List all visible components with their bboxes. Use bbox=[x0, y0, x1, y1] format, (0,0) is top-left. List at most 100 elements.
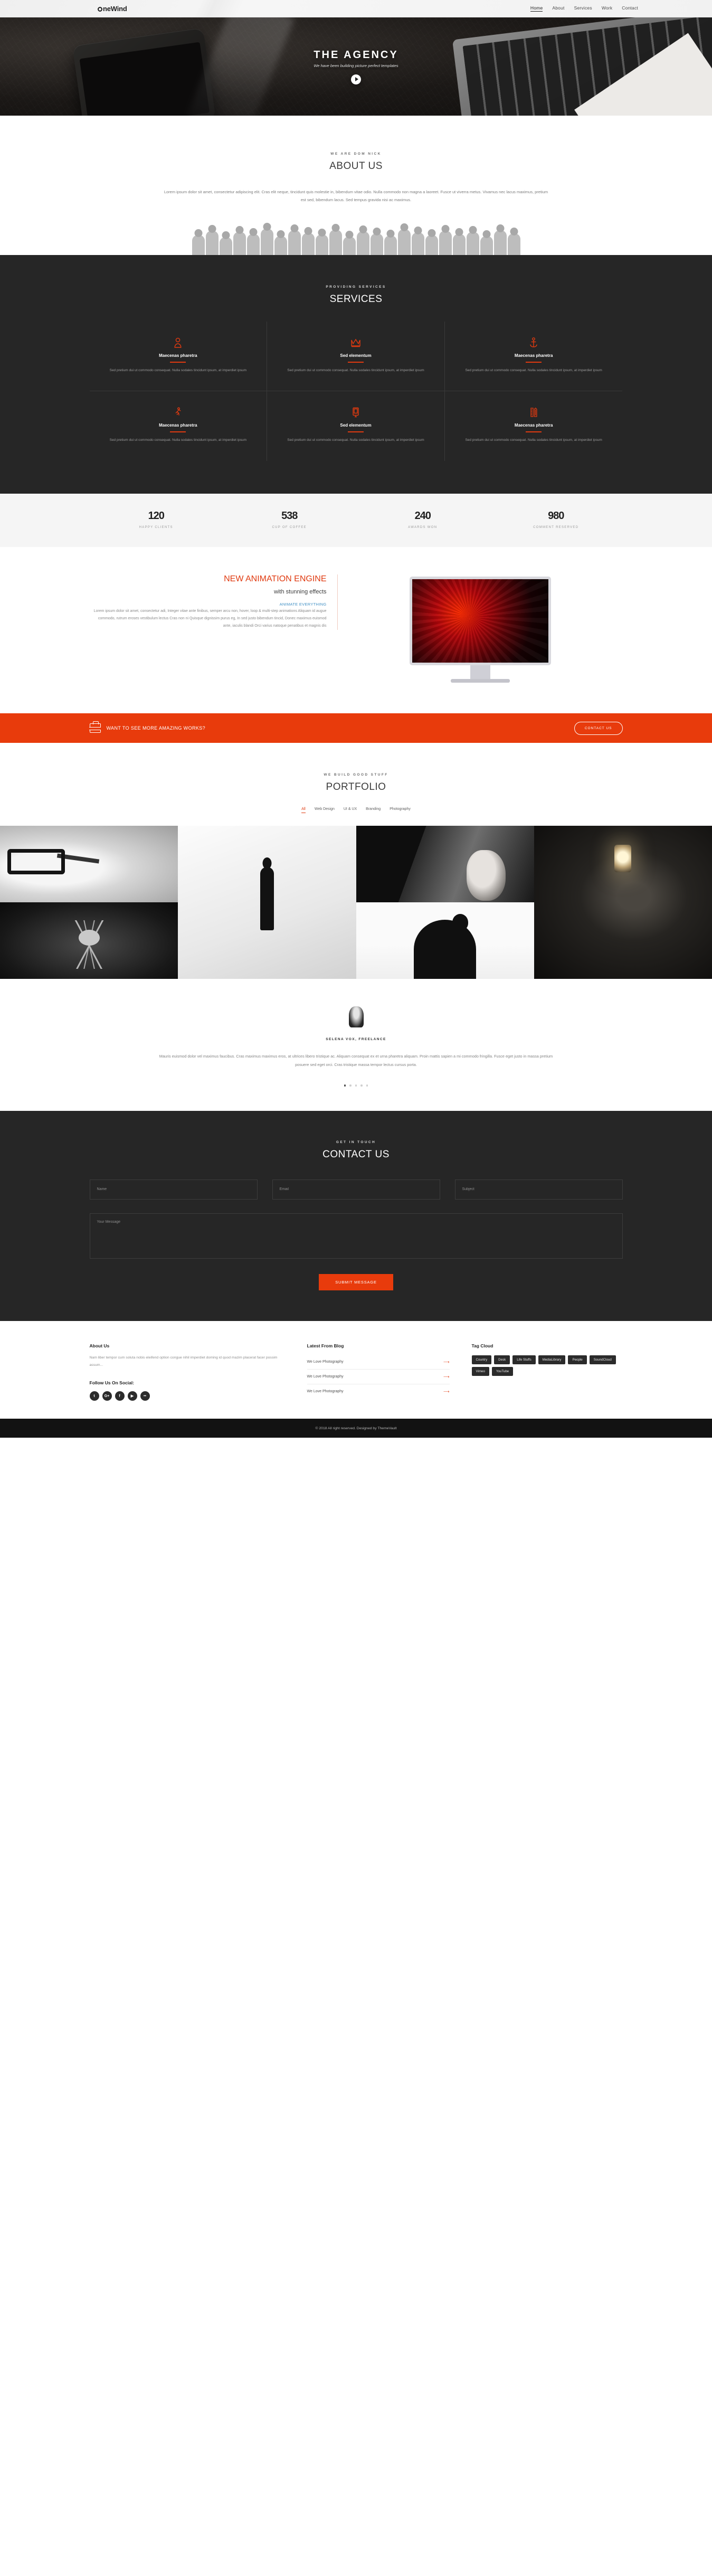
counter-item: 240 AWARDS WON bbox=[356, 510, 490, 529]
filter-photography[interactable]: Photography bbox=[390, 807, 411, 813]
arrow-right-icon: ⟶ bbox=[443, 1374, 450, 1379]
blog-item-title: We Love Photography bbox=[307, 1360, 344, 1364]
footer-tags: Tag Cloud Country Desk Life Stuffs Media… bbox=[471, 1343, 623, 1401]
message-field[interactable] bbox=[89, 1213, 623, 1259]
service-card[interactable]: Maecenas pharetra Sed pretium dui ut com… bbox=[445, 391, 623, 461]
counter-number: 538 bbox=[281, 510, 298, 522]
copyright-bar: © 2018 All right reserved. Designed by T… bbox=[0, 1419, 712, 1438]
imac-artwork bbox=[412, 579, 548, 663]
nav-item-home[interactable]: Home bbox=[530, 5, 543, 12]
counter-number: 120 bbox=[148, 510, 165, 522]
counter-item: 120 HAPPY CLIENTS bbox=[90, 510, 223, 529]
portfolio-item[interactable] bbox=[534, 826, 712, 979]
team-people bbox=[192, 228, 520, 255]
service-card[interactable]: Sed elementum Sed pretium dui ut commodo… bbox=[267, 321, 445, 392]
service-title: Sed elementum bbox=[340, 423, 372, 428]
facebook-icon[interactable]: f bbox=[115, 1391, 125, 1401]
tag-item[interactable]: Country bbox=[471, 1355, 492, 1364]
service-rule bbox=[526, 431, 542, 433]
counter-number: 240 bbox=[414, 510, 431, 522]
tag-item[interactable]: Life Stuffs bbox=[512, 1355, 536, 1364]
tag-item[interactable]: Vimeo bbox=[471, 1366, 489, 1376]
google-plus-icon[interactable]: G+ bbox=[102, 1391, 112, 1401]
copyright-text: © 2018 All right reserved. Designed by T… bbox=[315, 1426, 397, 1430]
service-card[interactable]: Maecenas pharetra Sed pretium dui ut com… bbox=[90, 391, 268, 461]
imac-image bbox=[409, 577, 551, 683]
filter-ui-ux[interactable]: UI & UX bbox=[344, 807, 357, 813]
play-icon[interactable] bbox=[351, 74, 361, 84]
nav-item-about[interactable]: About bbox=[552, 5, 564, 12]
counters-grid: 120 HAPPY CLIENTS 538 CUP OF COFFEE 240 … bbox=[90, 510, 623, 529]
blog-item-title: We Love Photography bbox=[307, 1389, 344, 1393]
blog-list-item[interactable]: We Love Photography ⟶ bbox=[307, 1370, 450, 1384]
contact-eyebrow: GET IN TOUCH bbox=[336, 1140, 376, 1144]
counter-item: 538 CUP OF COFFEE bbox=[223, 510, 356, 529]
imac-screen bbox=[409, 577, 551, 666]
dot-5[interactable] bbox=[366, 1084, 368, 1087]
hero-content: THE AGENCY We have been building picture… bbox=[0, 17, 712, 116]
email-field[interactable] bbox=[272, 1179, 440, 1200]
services-section: PROVIDING SERVICES SERVICES Maecenas pha… bbox=[0, 254, 712, 494]
blog-list-item[interactable]: We Love Photography ⟶ bbox=[307, 1355, 450, 1370]
animation-subtitle: with stunning effects bbox=[274, 589, 327, 596]
service-card[interactable]: Maecenas pharetra Sed pretium dui ut com… bbox=[444, 322, 623, 392]
contact-title: CONTACT US bbox=[322, 1148, 390, 1160]
contact-us-button[interactable]: CONTACT US bbox=[574, 721, 623, 735]
youtube-icon[interactable]: ▶ bbox=[127, 1391, 137, 1401]
service-text: Sed pretium dui ut commodo consequat. Nu… bbox=[465, 368, 602, 372]
nav-item-services[interactable]: Services bbox=[574, 5, 592, 12]
tag-item[interactable]: People bbox=[568, 1355, 587, 1364]
twitter-icon[interactable]: t bbox=[89, 1391, 99, 1401]
tag-item[interactable]: Desk bbox=[494, 1355, 510, 1364]
submit-message-button[interactable]: SUBMIT MESSAGE bbox=[319, 1273, 393, 1290]
team-photo bbox=[0, 218, 712, 255]
about-section: WE ARE DOM NICK ABOUT US Lorem ipsum dol… bbox=[0, 116, 712, 255]
counter-label: CUP OF COFFEE bbox=[272, 526, 307, 530]
portfolio-item[interactable] bbox=[0, 826, 178, 903]
service-card[interactable]: Sed elementum Sed pretium dui ut commodo… bbox=[267, 391, 445, 461]
avatar bbox=[348, 1006, 364, 1028]
portfolio-title: PORTFOLIO bbox=[326, 781, 386, 793]
animation-image-block bbox=[338, 574, 623, 683]
footer-about: About Us Nam liber tempor cum soluta nob… bbox=[89, 1343, 285, 1401]
tag-item[interactable]: SoundCloud bbox=[589, 1355, 616, 1364]
portfolio-item[interactable] bbox=[0, 902, 178, 979]
nav-item-work[interactable]: Work bbox=[602, 5, 612, 12]
contact-form: SUBMIT MESSAGE bbox=[89, 1179, 623, 1290]
blog-list-item[interactable]: We Love Photography ⟶ bbox=[307, 1384, 450, 1399]
cta-text: WANT TO SEE MORE AMAZING WORKS? bbox=[106, 725, 206, 731]
service-rule bbox=[170, 431, 186, 433]
nav-item-contact[interactable]: Contact bbox=[622, 5, 638, 12]
footer-tag-title: Tag Cloud bbox=[471, 1343, 493, 1348]
brand-logo[interactable]: neWind bbox=[98, 5, 127, 13]
brand-ring-icon bbox=[98, 6, 102, 12]
name-field[interactable] bbox=[89, 1179, 258, 1200]
footer-blog: Latest From Blog We Love Photography ⟶ W… bbox=[307, 1343, 450, 1401]
service-card[interactable]: Maecenas pharetra Sed pretium dui ut com… bbox=[89, 321, 268, 392]
tag-item[interactable]: YouTube bbox=[491, 1366, 514, 1376]
dot-3[interactable] bbox=[355, 1084, 357, 1087]
testimonial-section: SELENA VOX, FREELANCE Mauris euismod dol… bbox=[0, 979, 712, 1111]
testimonial-author: SELENA VOX, FREELANCE bbox=[326, 1037, 386, 1042]
footer-blog-list: We Love Photography ⟶ We Love Photograph… bbox=[307, 1355, 450, 1399]
tag-item[interactable]: MediaLibrary bbox=[538, 1355, 566, 1364]
user-icon bbox=[108, 337, 249, 348]
footer-about-title: About Us bbox=[89, 1343, 110, 1348]
counter-item: 980 COMMENT RESERVED bbox=[489, 510, 623, 529]
service-rule bbox=[347, 431, 364, 433]
dot-1[interactable] bbox=[344, 1084, 346, 1087]
flickr-icon[interactable]: •• bbox=[140, 1391, 150, 1401]
dot-2[interactable] bbox=[349, 1084, 352, 1087]
running-man-icon bbox=[108, 407, 249, 418]
portfolio-item[interactable] bbox=[356, 826, 534, 903]
hero-title: THE AGENCY bbox=[314, 49, 398, 61]
filter-branding[interactable]: Branding bbox=[366, 807, 381, 813]
portfolio-item[interactable] bbox=[178, 826, 356, 979]
tag-cloud: Country Desk Life Stuffs MediaLibrary Pe… bbox=[471, 1355, 623, 1376]
filter-web-design[interactable]: Web Design bbox=[315, 807, 335, 813]
subject-field[interactable] bbox=[454, 1179, 623, 1200]
dot-4[interactable] bbox=[360, 1084, 363, 1087]
hero-subtitle: We have been building picture perfect te… bbox=[314, 63, 398, 68]
portfolio-item[interactable] bbox=[356, 902, 534, 979]
filter-all[interactable]: All bbox=[301, 807, 306, 814]
